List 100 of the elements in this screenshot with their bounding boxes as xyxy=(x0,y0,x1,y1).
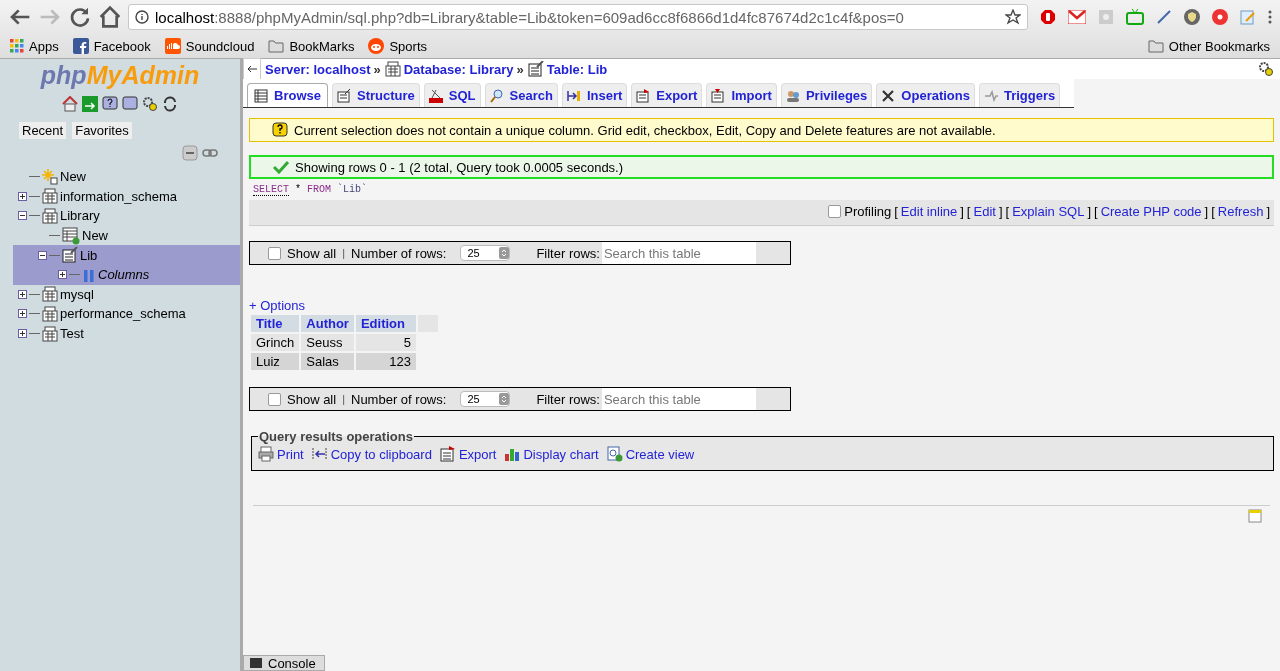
checkbox[interactable] xyxy=(268,246,281,260)
question-icon xyxy=(272,122,288,138)
filter-label: Filter rows: xyxy=(536,245,600,261)
tree-item[interactable]: New xyxy=(60,169,86,185)
tree-item[interactable]: Lib xyxy=(80,247,98,263)
expand-icon[interactable] xyxy=(18,191,27,201)
action-link[interactable]: Explain SQL xyxy=(1012,204,1085,219)
column-header[interactable]: Author xyxy=(301,315,354,332)
bracket: [ xyxy=(1094,204,1098,219)
sidebar-tab[interactable]: Favorites xyxy=(72,122,132,139)
star-icon[interactable] xyxy=(1005,9,1021,25)
checkbox[interactable] xyxy=(828,205,842,218)
tree-item[interactable]: information_schema xyxy=(60,188,178,204)
search-field[interactable]: Search this table xyxy=(601,242,756,264)
view-add-icon xyxy=(606,446,623,462)
options-link[interactable]: + Options xyxy=(249,298,1274,313)
sparkle-icon xyxy=(42,168,58,185)
operation-link[interactable]: Display chart xyxy=(523,446,599,462)
tab[interactable]: Structure xyxy=(331,83,420,107)
tab[interactable]: Export xyxy=(631,83,703,107)
tab[interactable]: Browse xyxy=(247,83,328,107)
action-link[interactable]: Edit inline xyxy=(900,204,958,219)
address-bar[interactable]: localhost:8888/phpMyAdmin/sql.php?db=Library&table=Lib&token=609ad6cc8f6866d1d4fc87674d2c1c4f&pos=0 xyxy=(128,4,1028,30)
exit-icon[interactable] xyxy=(82,96,98,112)
rows-select[interactable]: 25 xyxy=(460,391,511,407)
database-icon xyxy=(42,286,58,303)
url-text: localhost:8888/phpMyAdmin/sql.php?db=Library&table=Lib&token=609ad6cc8f6866d1d4fc87674d2c1c4f&pos=0 xyxy=(155,8,905,26)
stepper-arrows-icon xyxy=(499,393,510,405)
expand-icon[interactable] xyxy=(58,270,67,280)
tab[interactable]: Insert xyxy=(561,83,628,107)
collapse-icon[interactable] xyxy=(18,211,27,221)
expand-icon[interactable] xyxy=(18,289,27,299)
stepper-arrows-icon xyxy=(499,247,510,259)
profiling-label: Profiling xyxy=(844,204,892,219)
reload-icon[interactable] xyxy=(68,5,92,29)
tree-item[interactable]: performance_schema xyxy=(60,306,186,322)
tree-item[interactable]: Test xyxy=(60,326,84,342)
operation-link[interactable]: Copy to clipboard xyxy=(330,446,432,462)
breadcrumb-separator: » xyxy=(516,61,524,77)
column-header[interactable]: Edition xyxy=(355,315,416,332)
bookmark-link[interactable]: Facebook xyxy=(93,38,151,54)
bookmark-link[interactable]: Sports xyxy=(389,38,427,54)
rows-label: Number of rows: xyxy=(351,391,447,407)
notice-text: Current selection does not contain a unique column. Grid edit, checkbox, Edit, Copy and Delete features are not available. xyxy=(294,122,996,138)
bracket: [ xyxy=(894,204,898,219)
hand-stop-icon[interactable] xyxy=(1040,9,1056,25)
tab[interactable]: SQL xyxy=(423,83,481,107)
export-icon xyxy=(439,446,456,462)
tab[interactable]: Operations xyxy=(876,83,975,107)
logo-text: phpMyAdmin xyxy=(39,60,201,90)
action-link[interactable]: Edit xyxy=(973,204,996,219)
shield-icon[interactable] xyxy=(1184,9,1200,25)
bookmark-link[interactable]: Other Bookmarks xyxy=(1168,38,1270,54)
export-icon xyxy=(636,88,651,103)
column-header[interactable]: Title xyxy=(251,315,300,332)
home-icon[interactable] xyxy=(98,5,122,29)
action-link[interactable]: Refresh xyxy=(1217,204,1264,219)
breadcrumb-link[interactable]: Database: Library xyxy=(403,61,514,77)
table-icon xyxy=(254,88,268,103)
search-field[interactable]: Search this table xyxy=(601,388,756,410)
tree-item[interactable]: Library xyxy=(60,208,100,224)
tab[interactable]: Triggers xyxy=(978,83,1061,107)
checkbox[interactable] xyxy=(268,392,281,406)
tree-item[interactable]: Columns xyxy=(98,267,150,283)
operation-link[interactable]: Create view xyxy=(625,446,695,462)
checkmark-icon xyxy=(273,160,289,174)
home-icon[interactable] xyxy=(62,96,78,112)
tree-item[interactable]: mysql xyxy=(60,286,94,302)
sidebar-tab[interactable]: Recent xyxy=(19,122,67,139)
help-icon[interactable] xyxy=(102,96,118,112)
breadcrumb-link[interactable]: Server: localhost xyxy=(265,61,371,77)
operation-link[interactable]: Export xyxy=(458,446,497,462)
tab[interactable]: Privileges xyxy=(780,83,873,107)
bookmark-link[interactable]: Apps xyxy=(29,38,59,54)
record-icon[interactable] xyxy=(1212,9,1228,25)
menu-icon[interactable] xyxy=(1268,10,1272,24)
expand-icon[interactable] xyxy=(18,309,27,319)
tree-item[interactable]: New xyxy=(82,228,108,244)
reload-icon[interactable] xyxy=(162,96,178,112)
tv-icon[interactable] xyxy=(1126,9,1144,25)
expand-icon[interactable] xyxy=(18,329,27,339)
soundcloud-icon xyxy=(164,38,181,54)
bookmark-link[interactable]: Soundcloud xyxy=(185,38,255,54)
tab[interactable]: Search xyxy=(484,83,558,107)
database-icon xyxy=(42,305,58,322)
bracket: [ xyxy=(966,204,971,219)
sql-token: `Lib` xyxy=(337,184,368,196)
breadcrumb-link[interactable]: Table: Lib xyxy=(546,61,608,77)
tab[interactable]: Import xyxy=(706,83,777,107)
rows-select[interactable]: 25 xyxy=(460,245,511,261)
action-link[interactable]: Create PHP code xyxy=(1100,204,1202,219)
collapse-icon[interactable] xyxy=(38,250,47,260)
mail-icon[interactable] xyxy=(1068,10,1086,24)
database-icon xyxy=(42,208,58,224)
database-icon xyxy=(42,188,58,205)
console-tab[interactable]: Console xyxy=(243,655,325,671)
collapse-all-icon[interactable] xyxy=(182,145,198,161)
bookmark-link[interactable]: BookMarks xyxy=(289,38,355,54)
operation-link[interactable]: Print xyxy=(277,446,304,462)
bracket: ] xyxy=(1087,204,1092,219)
